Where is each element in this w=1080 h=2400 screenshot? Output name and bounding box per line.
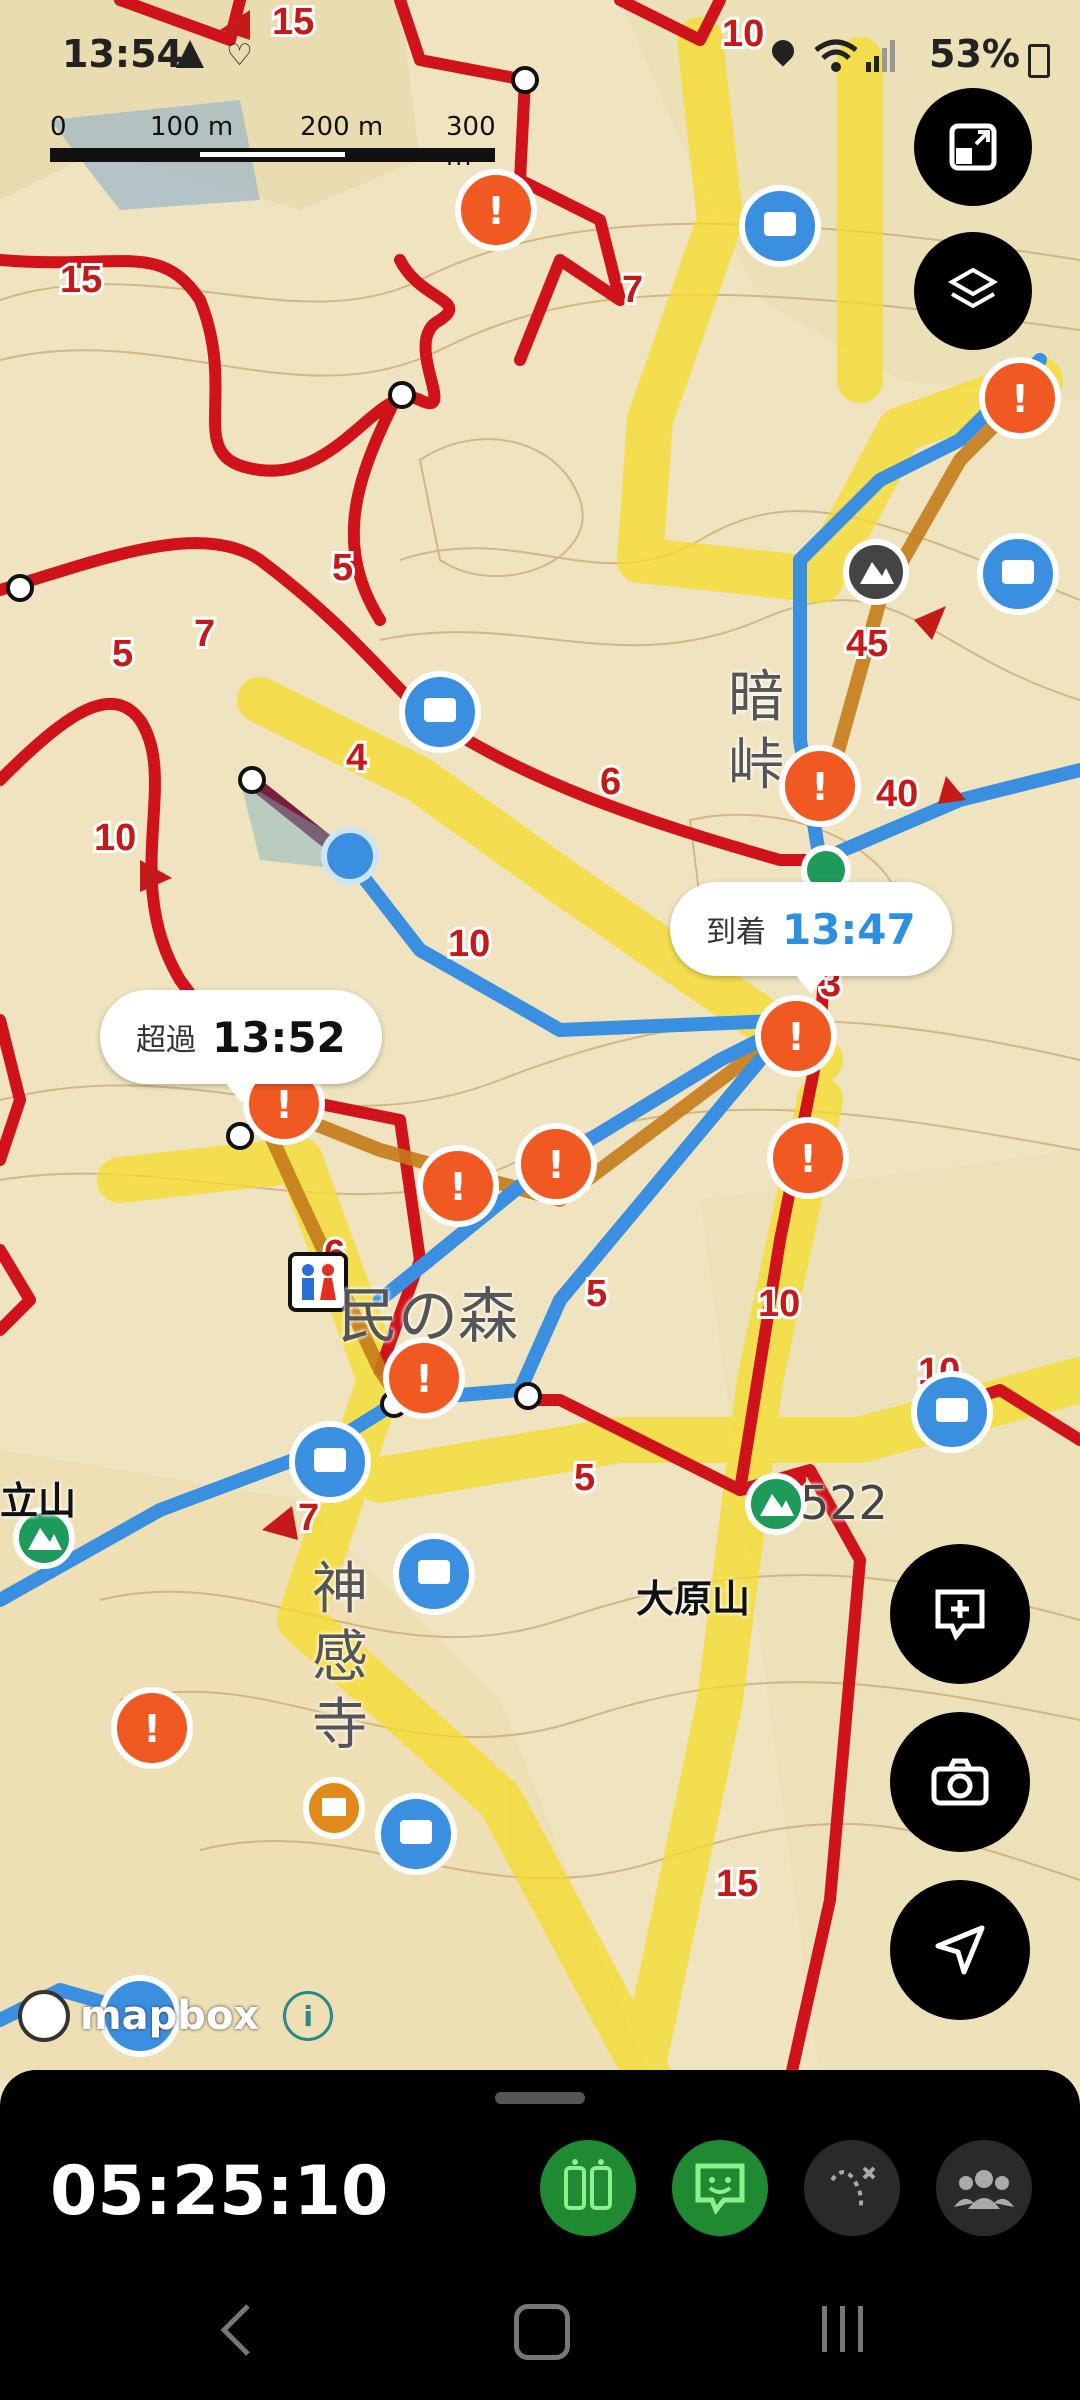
info-icon[interactable]: i	[283, 1991, 334, 2041]
svg-text:10: 10	[448, 923, 490, 965]
post-icon	[695, 2163, 745, 2215]
warning-status-icon	[176, 40, 204, 68]
add-post-icon	[935, 1589, 985, 1641]
fit-screen-icon	[949, 123, 997, 171]
svg-text:!: !	[799, 1137, 816, 1181]
signal-icon	[866, 40, 895, 72]
svg-text:10: 10	[758, 1283, 800, 1325]
mountain-label-left: 立山	[0, 1479, 77, 1523]
svg-text:4: 4	[346, 737, 367, 779]
status-bar: 13:54 ♡ 53%	[0, 0, 1080, 110]
recents-nav-icon[interactable]	[816, 2302, 870, 2356]
svg-text:!: !	[547, 1143, 564, 1187]
group-button[interactable]	[936, 2140, 1032, 2236]
svg-text:!: !	[787, 1015, 804, 1059]
elevation-label: 522	[800, 1476, 888, 1530]
svg-text:!: !	[275, 1083, 292, 1127]
home-nav-icon[interactable]	[514, 2304, 570, 2360]
group-icon	[954, 2170, 1014, 2209]
status-time: 13:54	[62, 32, 183, 76]
svg-text:!: !	[1011, 377, 1028, 421]
navigate-icon	[935, 1925, 985, 1975]
fit-screen-button[interactable]	[914, 88, 1032, 206]
svg-text:7: 7	[622, 269, 643, 311]
route-icon	[830, 2166, 876, 2209]
camera-button[interactable]	[890, 1712, 1030, 1852]
heart-status-icon: ♡	[226, 38, 253, 73]
pass-label: 暗峠	[728, 665, 784, 798]
svg-text:5: 5	[112, 633, 133, 675]
svg-text:10: 10	[94, 817, 136, 859]
layers-button[interactable]	[914, 232, 1032, 350]
svg-text:!: !	[449, 1165, 466, 1209]
svg-text:45: 45	[846, 623, 888, 665]
svg-text:5: 5	[586, 1273, 607, 1315]
svg-text:7: 7	[194, 613, 215, 655]
svg-text:!: !	[143, 1707, 160, 1751]
svg-text:7: 7	[298, 1497, 319, 1539]
temple-label: 神感寺	[312, 1557, 368, 1758]
add-post-button[interactable]	[890, 1544, 1030, 1684]
layers-icon	[947, 267, 999, 309]
post-button[interactable]	[672, 2140, 768, 2236]
svg-text:!: !	[487, 189, 504, 233]
arrival-callout[interactable]: 到着 13:47	[670, 882, 952, 994]
svg-text:!: !	[811, 765, 828, 809]
sheet-handle[interactable]	[495, 2092, 585, 2104]
elapsed-time: 05:25:10	[50, 2152, 389, 2231]
overdue-time: 13:52	[212, 1012, 346, 1062]
overdue-label: 超過	[136, 1023, 196, 1058]
overdue-callout[interactable]: 超過 13:52	[100, 990, 382, 1102]
svg-text:5: 5	[574, 1457, 595, 1499]
mapbox-logo: mapbox	[80, 1993, 260, 2039]
wifi-icon	[814, 39, 858, 72]
svg-text:15: 15	[60, 259, 102, 301]
system-nav-bar	[0, 2230, 1080, 2400]
scale-label-300: 300 m	[446, 112, 496, 172]
svg-text:6: 6	[600, 761, 621, 803]
scale-label-100: 100 m	[150, 112, 234, 142]
svg-text:15: 15	[716, 1863, 758, 1905]
arrival-time: 13:47	[782, 904, 916, 954]
scale-line	[50, 148, 495, 162]
mountain-label-right: 大原山	[636, 1577, 751, 1621]
hiking-pace-icon	[564, 2159, 612, 2210]
scale-label-0: 0	[50, 112, 67, 142]
svg-text:5: 5	[332, 547, 353, 589]
route-button[interactable]	[804, 2140, 900, 2236]
scale-bar: 0 100 m 200 m 300 m	[50, 112, 500, 172]
battery-percent: 53%	[929, 32, 1020, 76]
svg-text:!: !	[415, 1357, 432, 1401]
location-status-icon	[767, 35, 799, 67]
navigate-button[interactable]	[890, 1880, 1030, 2020]
svg-text:40: 40	[876, 773, 918, 815]
arrival-label: 到着	[706, 915, 766, 950]
forest-label: 民の森	[338, 1282, 518, 1352]
back-nav-icon[interactable]	[216, 2300, 256, 2360]
mapbox-attribution: mapbox i	[18, 1990, 334, 2042]
camera-icon	[931, 1758, 989, 1806]
scale-label-200: 200 m	[300, 112, 384, 142]
hiking-pace-button[interactable]	[540, 2140, 636, 2236]
mapbox-logo-icon	[18, 1990, 70, 2042]
battery-icon	[1028, 44, 1050, 78]
